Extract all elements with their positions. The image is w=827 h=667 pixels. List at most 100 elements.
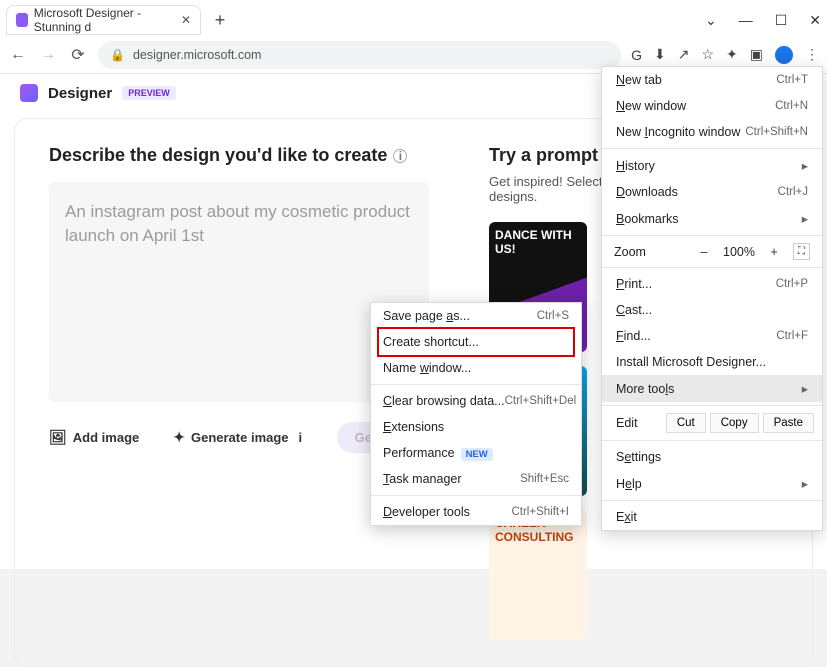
tab-close-icon[interactable]: ✕ (181, 13, 191, 27)
submenu-dev-tools[interactable]: Developer toolsCtrl+Shift+I (371, 499, 581, 525)
thumb-title: DANCE WITH US! (495, 228, 581, 256)
minimize-button[interactable]: — (739, 12, 753, 29)
profile-avatar[interactable] (775, 46, 793, 64)
close-button[interactable]: ✕ (809, 12, 821, 29)
menu-label: Create shortcut... (383, 335, 479, 349)
window-titlebar: Microsoft Designer - Stunning d ✕ + ⌄ — … (0, 0, 827, 36)
menu-separator (602, 440, 822, 441)
chrome-main-menu: New tabCtrl+T New windowCtrl+N New Incog… (601, 66, 823, 531)
chevron-right-icon: ▸ (802, 158, 808, 173)
menu-separator (602, 148, 822, 149)
shortcut-text: Ctrl+F (776, 330, 808, 342)
copy-button[interactable]: Copy (710, 413, 759, 433)
chrome-menu-button[interactable]: ⋮ (805, 46, 819, 63)
info-icon[interactable]: i (299, 430, 303, 445)
shortcut-text: Ctrl+Shift+N (745, 126, 808, 138)
generate-image-button[interactable]: ✦Generate imagei (173, 429, 302, 446)
chevron-right-icon: ▸ (802, 476, 808, 491)
designer-logo-icon (20, 84, 38, 102)
heading-text: Describe the design you'd like to create (49, 145, 387, 166)
menu-history[interactable]: History▸ (602, 152, 822, 179)
menu-separator (371, 495, 581, 496)
submenu-clear-data[interactable]: Clear browsing data...Ctrl+Shift+Del (371, 388, 581, 414)
new-tab-button[interactable]: + (207, 7, 233, 33)
menu-help[interactable]: Help▸ (602, 470, 822, 497)
shortcut-text: Ctrl+Shift+Del (505, 395, 577, 407)
extensions-icon[interactable]: ✦ (726, 46, 738, 63)
new-badge: NEW (461, 448, 493, 461)
maximize-button[interactable]: ☐ (775, 12, 788, 29)
submenu-name-window[interactable]: Name window... (371, 355, 581, 381)
bookmark-star-icon[interactable]: ☆ (701, 46, 714, 63)
prompt-thumb[interactable]: CAREER CONSULTING (489, 510, 587, 640)
url-box[interactable]: 🔒 designer.microsoft.com (98, 41, 621, 69)
menu-new-window[interactable]: New windowCtrl+N (602, 93, 822, 119)
menu-install-app[interactable]: Install Microsoft Designer... (602, 349, 822, 375)
menu-zoom: Zoom – 100% + ⛶ (602, 239, 822, 264)
share-icon[interactable]: ↗ (678, 46, 690, 63)
submenu-task-manager[interactable]: Task managerShift+Esc (371, 466, 581, 492)
brand-name: Designer (48, 85, 112, 102)
shortcut-text: Ctrl+T (776, 74, 808, 86)
menu-cast[interactable]: Cast... (602, 297, 822, 323)
menu-downloads[interactable]: DownloadsCtrl+J (602, 179, 822, 205)
menu-settings[interactable]: Settings (602, 444, 822, 470)
menu-incognito[interactable]: New Incognito windowCtrl+Shift+N (602, 119, 822, 145)
zoom-label: Zoom (614, 245, 685, 259)
tab-favicon (16, 13, 28, 27)
image-icon: 🖼 (49, 429, 67, 446)
url-text: designer.microsoft.com (133, 48, 262, 62)
cut-button[interactable]: Cut (666, 413, 706, 433)
chevron-right-icon: ▸ (802, 381, 808, 396)
info-icon[interactable]: i (393, 149, 407, 163)
forward-button[interactable]: → (38, 45, 58, 65)
shortcut-text: Ctrl+S (537, 310, 569, 322)
edit-label: Edit (610, 416, 662, 430)
sidepanel-icon[interactable]: ▣ (750, 46, 763, 63)
shortcut-text: Shift+Esc (520, 473, 569, 485)
menu-separator (602, 267, 822, 268)
paste-button[interactable]: Paste (763, 413, 814, 433)
shortcut-text: Ctrl+J (778, 186, 808, 198)
menu-label: Install Microsoft Designer... (616, 355, 766, 369)
zoom-in-button[interactable]: + (765, 245, 783, 259)
menu-find[interactable]: Find...Ctrl+F (602, 323, 822, 349)
tab-title: Microsoft Designer - Stunning d (34, 6, 175, 34)
zoom-value: 100% (723, 245, 755, 259)
submenu-performance[interactable]: Performance NEW (371, 440, 581, 466)
reload-button[interactable]: ⟳ (68, 45, 88, 65)
menu-separator (602, 500, 822, 501)
caption-dropdown-icon[interactable]: ⌄ (705, 12, 717, 29)
more-tools-submenu: Save page as...Ctrl+S Create shortcut...… (370, 302, 582, 526)
submenu-create-shortcut[interactable]: Create shortcut... (371, 329, 581, 355)
zoom-out-button[interactable]: – (695, 245, 713, 259)
menu-separator (371, 384, 581, 385)
add-image-button[interactable]: 🖼 Add image (49, 429, 139, 446)
google-account-icon[interactable]: G (631, 47, 642, 63)
shortcut-text: Ctrl+N (775, 100, 808, 112)
menu-edit-row: Edit Cut Copy Paste (602, 409, 822, 437)
toolbar-right: G ⬇ ↗ ☆ ✦ ▣ ⋮ (631, 46, 819, 64)
menu-new-tab[interactable]: New tabCtrl+T (602, 67, 822, 93)
describe-heading: Describe the design you'd like to create… (49, 145, 429, 166)
menu-separator (602, 235, 822, 236)
add-image-label: Add image (73, 430, 139, 445)
back-button[interactable]: ← (8, 45, 28, 65)
lock-icon: 🔒 (110, 48, 125, 62)
submenu-save-page[interactable]: Save page as...Ctrl+S (371, 303, 581, 329)
menu-more-tools[interactable]: More tools▸ (602, 375, 822, 402)
menu-separator (602, 405, 822, 406)
submenu-extensions[interactable]: Extensions (371, 414, 581, 440)
install-app-icon[interactable]: ⬇ (654, 46, 666, 63)
shortcut-text: Ctrl+P (776, 278, 808, 290)
window-controls: ⌄ — ☐ ✕ (705, 12, 821, 29)
menu-label: Performance (383, 446, 455, 460)
chevron-right-icon: ▸ (802, 211, 808, 226)
shortcut-text: Ctrl+Shift+I (511, 506, 569, 518)
fullscreen-button[interactable]: ⛶ (793, 243, 810, 260)
menu-print[interactable]: Print...Ctrl+P (602, 271, 822, 297)
browser-tab[interactable]: Microsoft Designer - Stunning d ✕ (6, 5, 201, 35)
generate-image-label: Generate image (191, 430, 289, 445)
menu-bookmarks[interactable]: Bookmarks▸ (602, 205, 822, 232)
menu-exit[interactable]: Exit (602, 504, 822, 530)
